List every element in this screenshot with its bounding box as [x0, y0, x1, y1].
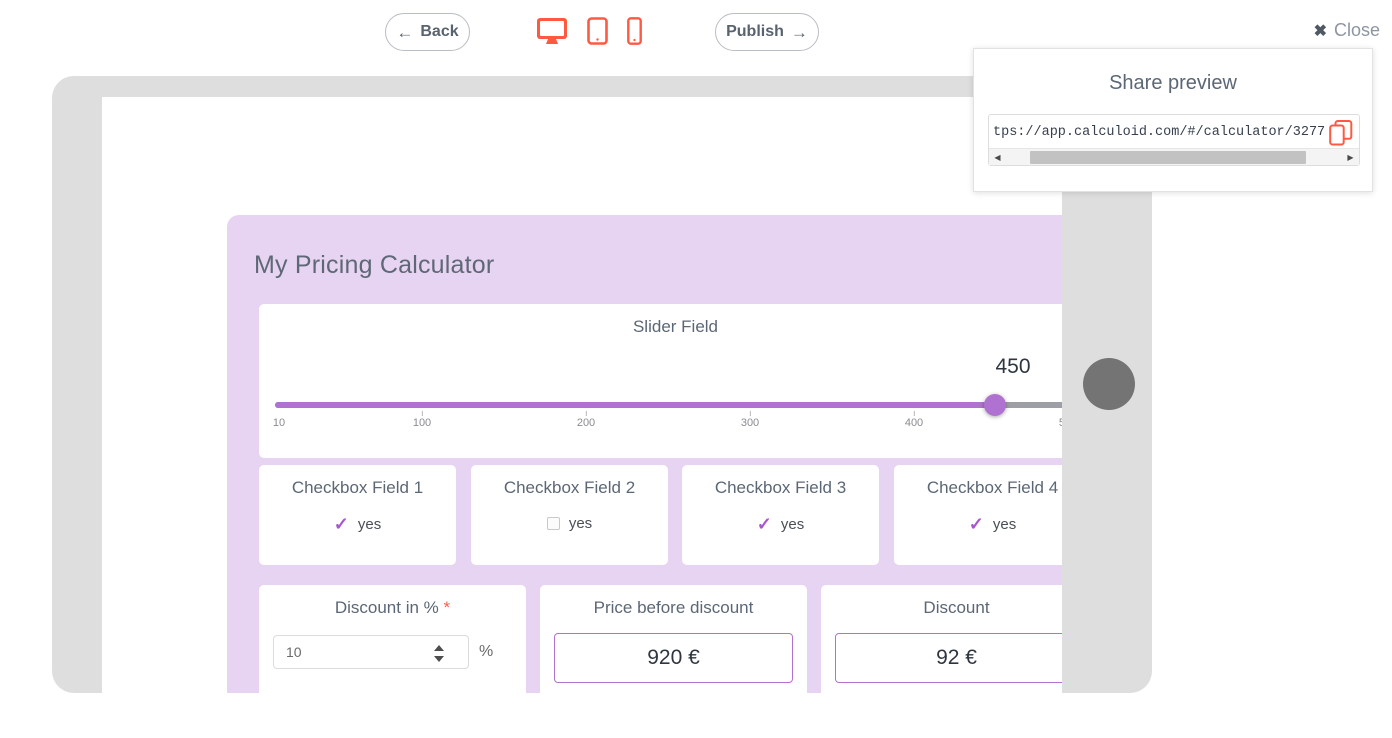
calculator-title: My Pricing Calculator — [254, 251, 495, 279]
slider-tick: 10 — [272, 417, 286, 429]
slider-tick: 400 — [905, 411, 923, 429]
discount-amount-card: Discount 92 € — [821, 585, 1062, 693]
triangle-left-icon[interactable]: ◀ — [989, 149, 1006, 166]
checkbox-field-card: Checkbox Field 4 ✓ yes — [894, 465, 1062, 565]
device-preview-switch — [536, 14, 642, 50]
checkbox-option-row[interactable]: ✓ yes — [259, 515, 456, 533]
desktop-icon[interactable] — [536, 17, 568, 50]
required-marker: * — [443, 598, 451, 617]
x-icon: ✖ — [1313, 22, 1327, 40]
checkbox-field-label: Checkbox Field 1 — [291, 478, 424, 497]
price-before-discount-label: Price before discount — [593, 598, 754, 617]
back-button[interactable]: ← Back — [385, 13, 470, 51]
slider-thumb[interactable] — [984, 394, 1006, 416]
close-button[interactable]: ✖ Close — [1314, 20, 1380, 41]
mobile-icon[interactable] — [627, 17, 642, 50]
share-url-scroll-track[interactable] — [1006, 149, 1342, 166]
share-preview-title: Share preview — [1109, 72, 1237, 94]
price-before-discount-card: Price before discount 920 € — [540, 585, 807, 693]
discount-amount-value: 92 € — [835, 633, 1062, 683]
percent-suffix-label: % — [479, 643, 494, 660]
checkmark-icon: ✓ — [333, 514, 349, 534]
back-button-label: Back — [420, 23, 459, 40]
checkbox-option-row[interactable]: yes — [471, 515, 668, 532]
checkbox-field-card: Checkbox Field 1 ✓ yes — [259, 465, 456, 565]
share-preview-popup: Share preview tps://app.calculoid.com/#/… — [973, 48, 1373, 192]
price-before-discount-value: 920 € — [554, 633, 793, 683]
discount-input-row: 10 % — [273, 635, 493, 669]
slider-tick: 500 — [1058, 417, 1062, 429]
share-url-horizontal-scrollbar[interactable]: ◀ ▶ — [989, 148, 1359, 165]
checkbox-option-label: yes — [357, 515, 382, 533]
checkmark-icon: ✓ — [968, 514, 984, 534]
calculator-panel: My Pricing Calculator Slider Field 450 1… — [227, 215, 1062, 693]
slider-tick: 100 — [413, 411, 431, 429]
slider-track[interactable] — [275, 402, 1062, 408]
slider-tick: 300 — [741, 411, 759, 429]
share-url-scroll-thumb[interactable] — [1030, 150, 1306, 164]
checkbox-option-row[interactable]: ✓ yes — [894, 515, 1062, 533]
slider-fill — [275, 402, 997, 408]
arrow-right-icon: → — [790, 22, 808, 42]
tablet-icon[interactable] — [587, 17, 608, 50]
checkbox-field-card: Checkbox Field 2 yes — [471, 465, 668, 565]
slider-tick: 200 — [577, 411, 595, 429]
copy-icon[interactable] — [1329, 120, 1353, 146]
close-button-label: Close — [1333, 20, 1380, 40]
slider-value-label: 450 — [995, 355, 1031, 378]
publish-button[interactable]: Publish → — [715, 13, 819, 51]
share-url-value[interactable]: tps://app.calculoid.com/#/calculator/327… — [993, 122, 1325, 143]
checkmark-icon: ✓ — [756, 514, 772, 534]
empty-checkbox-icon[interactable] — [546, 517, 560, 530]
slider-field-label: Slider Field — [632, 317, 719, 336]
checkbox-field-label: Checkbox Field 4 — [926, 478, 1059, 497]
checkbox-field-label: Checkbox Field 2 — [503, 478, 636, 497]
discount-input-label: Discount in % * — [259, 585, 526, 618]
publish-button-label: Publish — [726, 23, 784, 40]
device-screen: My Pricing Calculator Slider Field 450 1… — [102, 97, 1062, 693]
checkbox-option-label: yes — [568, 515, 593, 532]
checkbox-option-label: yes — [780, 515, 805, 533]
arrow-left-icon: ← — [396, 22, 414, 42]
checkbox-option-label: yes — [992, 515, 1017, 533]
share-url-field[interactable]: tps://app.calculoid.com/#/calculator/327… — [988, 114, 1360, 166]
discount-input-value: 10 — [286, 644, 302, 660]
checkbox-field-label: Checkbox Field 3 — [714, 478, 847, 497]
discount-label-text: Discount in % — [334, 598, 439, 617]
device-home-button — [1083, 358, 1135, 410]
discount-input-card: Discount in % * 10 % — [259, 585, 526, 693]
discount-number-input[interactable]: 10 — [273, 635, 469, 669]
checkbox-option-row[interactable]: ✓ yes — [682, 515, 879, 533]
spinner-arrows-icon[interactable] — [434, 645, 444, 662]
slider-field-card: Slider Field 450 10 100 200 300 400 500 — [259, 304, 1062, 458]
slider-control[interactable]: 450 10 100 200 300 400 500 — [272, 355, 1062, 429]
discount-amount-label: Discount — [923, 598, 990, 617]
triangle-right-icon[interactable]: ▶ — [1342, 149, 1359, 166]
checkbox-field-card: Checkbox Field 3 ✓ yes — [682, 465, 879, 565]
